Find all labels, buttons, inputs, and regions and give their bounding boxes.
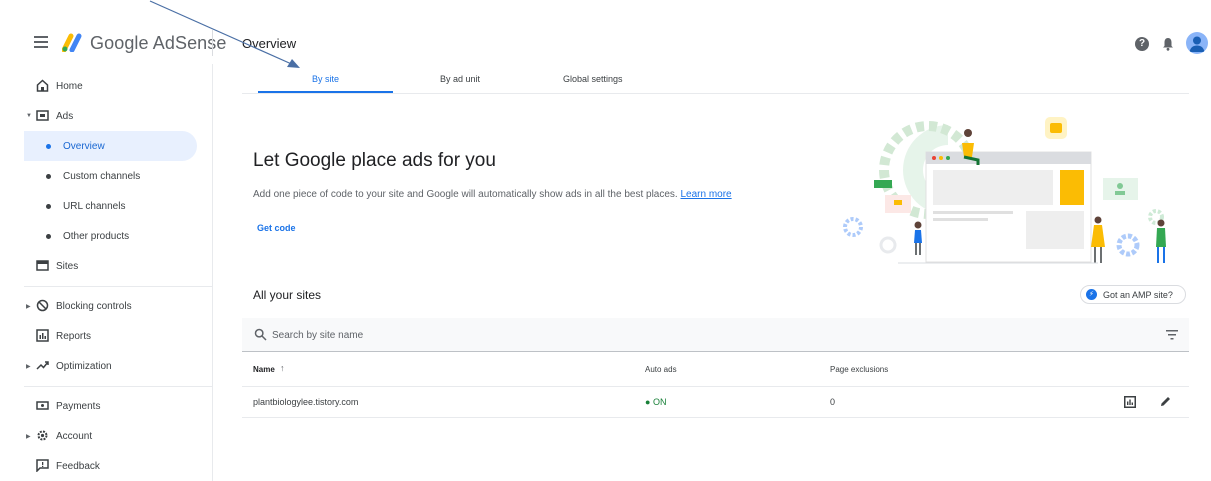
sidebar-item-optimization[interactable]: ▶ Optimization (0, 351, 212, 381)
payments-icon (36, 401, 49, 410)
sidebar-item-home[interactable]: Home (0, 71, 212, 101)
sidebar-item-blocking-controls[interactable]: ▶ Blocking controls (0, 291, 212, 321)
table-row[interactable]: plantbiologylee.tistory.com ● ON 0 (242, 387, 1189, 418)
tab-by-site[interactable]: By site (312, 74, 339, 84)
sidebar-item-label: Home (56, 80, 83, 92)
person-icon (1189, 36, 1205, 52)
feedback-icon (36, 459, 49, 472)
sidebar-item-label: Ads (56, 110, 74, 122)
site-name[interactable]: plantbiologylee.tistory.com (253, 397, 358, 407)
column-header-auto-ads: Auto ads (645, 365, 677, 374)
bullet-icon (46, 144, 51, 149)
sidebar-item-sites[interactable]: Sites (0, 251, 212, 281)
auto-ads-status-label: ON (652, 397, 667, 407)
hamburger-menu-icon[interactable] (34, 36, 48, 48)
top-app-bar: Google AdSense Overview ? (0, 0, 1211, 64)
notifications-bell-icon[interactable] (1162, 37, 1174, 51)
status-dot-icon: ● (645, 397, 653, 407)
auto-ads-status: ● ON (645, 397, 666, 407)
tab-bar: By site By ad unit Global settings (242, 64, 1189, 94)
page-title: Overview (242, 36, 297, 51)
view-report-icon[interactable] (1124, 396, 1136, 408)
sidebar-item-label: Custom channels (63, 170, 141, 182)
sidebar-item-label: Blocking controls (56, 300, 132, 312)
hero-description: Add one piece of code to your site and G… (253, 189, 732, 200)
all-sites-title: All your sites (253, 288, 322, 302)
sidebar-divider (24, 286, 212, 287)
column-header-name[interactable]: Name (253, 365, 275, 374)
sidebar-item-label: Overview (63, 140, 105, 152)
reports-icon (36, 329, 49, 342)
account-avatar[interactable] (1186, 32, 1208, 54)
caret-right-icon[interactable]: ▶ (26, 303, 31, 310)
gear-icon (37, 430, 48, 441)
ads-icon (36, 110, 49, 121)
help-icon[interactable]: ? (1135, 37, 1149, 51)
active-tab-indicator (258, 91, 393, 93)
sites-icon (36, 260, 49, 271)
sidebar-item-label: Feedback (56, 460, 100, 472)
amp-bolt-icon: ⚡ (1086, 289, 1097, 300)
sidebar-item-overview[interactable]: Overview (24, 131, 197, 161)
column-header-page-exclusions: Page exclusions (830, 365, 889, 374)
sidebar-item-label: Sites (56, 260, 79, 272)
get-code-button[interactable]: Get code (257, 223, 296, 233)
bullet-icon (46, 234, 51, 239)
hero-title: Let Google place ads for you (253, 150, 496, 171)
tab-global-settings[interactable]: Global settings (563, 74, 623, 84)
page-exclusions-count: 0 (830, 397, 836, 407)
sites-table-header: Name ↑ Auto ads Page exclusions (242, 352, 1189, 387)
amp-button-label: Got an AMP site? (1103, 289, 1173, 300)
sidebar-item-label: Account (56, 430, 93, 442)
sidebar-item-reports[interactable]: Reports (0, 321, 212, 351)
caret-right-icon[interactable]: ▶ (26, 433, 31, 440)
adsense-logo[interactable] (62, 32, 84, 52)
filter-icon[interactable] (1166, 330, 1178, 340)
bullet-icon (46, 174, 51, 179)
bullet-icon (46, 204, 51, 209)
learn-more-link[interactable]: Learn more (680, 189, 731, 200)
sidebar-nav: Home ▼ Ads Overview Custom channels URL … (0, 64, 213, 481)
search-icon (254, 328, 267, 341)
sidebar-divider (24, 386, 212, 387)
sidebar-item-label: Reports (56, 330, 92, 342)
site-search-bar (242, 318, 1189, 352)
amp-site-button[interactable]: ⚡ Got an AMP site? (1080, 285, 1186, 304)
sidebar-item-custom-channels[interactable]: Custom channels (0, 161, 212, 191)
search-input[interactable] (272, 326, 872, 344)
sidebar-item-account[interactable]: ▶ Account (0, 421, 212, 451)
caret-right-icon[interactable]: ▶ (26, 363, 31, 370)
edit-pencil-icon[interactable] (1159, 395, 1172, 408)
sidebar-item-label: URL channels (63, 200, 126, 212)
sidebar-item-feedback[interactable]: Feedback (0, 451, 212, 481)
sidebar-item-other-products[interactable]: Other products (0, 221, 212, 251)
sidebar-item-ads[interactable]: ▼ Ads (0, 101, 212, 131)
tab-by-ad-unit[interactable]: By ad unit (440, 74, 480, 84)
sort-arrow-up-icon[interactable]: ↑ (280, 363, 285, 373)
home-icon (36, 79, 49, 92)
auto-ads-illustration (843, 117, 1166, 264)
hero-description-text: Add one piece of code to your site and G… (253, 189, 678, 200)
sidebar-item-label: Other products (63, 230, 130, 242)
topbar-divider (212, 30, 213, 56)
sidebar-item-label: Optimization (56, 360, 112, 372)
sidebar-item-url-channels[interactable]: URL channels (0, 191, 212, 221)
caret-down-icon[interactable]: ▼ (26, 113, 32, 119)
sidebar-item-label: Payments (56, 400, 101, 412)
sidebar-item-payments[interactable]: Payments (0, 391, 212, 421)
product-name: Google AdSense (90, 33, 227, 53)
trending-up-icon (36, 361, 49, 370)
block-icon (36, 299, 49, 312)
